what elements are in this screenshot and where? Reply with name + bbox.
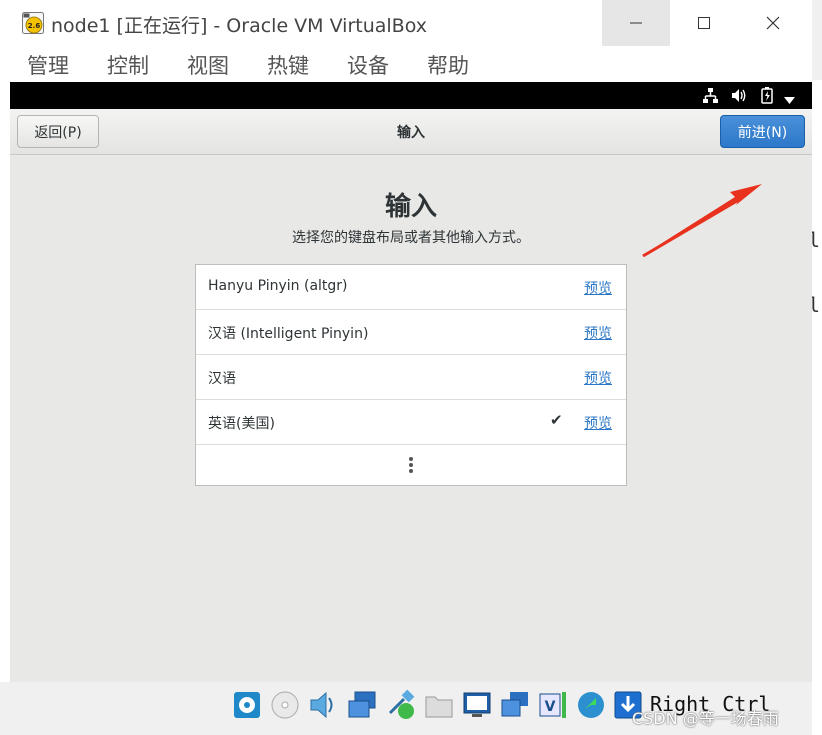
- title-bar[interactable]: 2.6 node1 [正在运行] - Oracle VM VirtualBox: [0, 0, 812, 46]
- audio-icon[interactable]: [308, 689, 338, 721]
- minimize-button[interactable]: [602, 0, 670, 46]
- app-icon-badge: 2.6: [28, 22, 41, 30]
- network-icon[interactable]: [702, 87, 719, 104]
- list-item-label: 汉语 (Intelligent Pinyin): [208, 326, 369, 342]
- chevron-down-icon[interactable]: [784, 92, 795, 109]
- host-background: [812, 80, 822, 735]
- checkmark-icon: ✔: [550, 411, 563, 429]
- hard-disk-icon[interactable]: [232, 689, 262, 721]
- status-bar: V Right Ctrl CSDN @等一场春雨: [0, 682, 812, 735]
- page-subtitle: 选择您的键盘布局或者其他输入方式。: [292, 230, 530, 246]
- close-button[interactable]: [739, 0, 807, 46]
- close-icon: [766, 16, 780, 30]
- list-item-hanyu-pinyin[interactable]: Hanyu Pinyin (altgr) 预览: [196, 265, 626, 310]
- usb-icon[interactable]: [386, 689, 416, 721]
- list-item-chinese[interactable]: 汉语 预览: [196, 355, 626, 400]
- virtualbox-window: 2.6 node1 [正在运行] - Oracle VM VirtualBox …: [0, 0, 812, 735]
- video-capture-icon[interactable]: [500, 689, 530, 721]
- vm-display[interactable]: 返回(P) 输入 前进(N) 输入 选择您的键盘布局或者其他输入方式。 Hany…: [10, 82, 812, 682]
- volume-icon[interactable]: [730, 87, 747, 104]
- guest-top-bar: [10, 82, 812, 109]
- header-title: 输入: [397, 125, 425, 141]
- menu-item-hotkeys[interactable]: 热键: [267, 50, 309, 80]
- list-item-label: 英语(美国): [208, 416, 275, 432]
- list-item-label: Hanyu Pinyin (altgr): [208, 278, 348, 294]
- preview-link[interactable]: 预览: [584, 323, 612, 343]
- menu-item-control[interactable]: 控制: [107, 50, 149, 80]
- menu-item-manage[interactable]: 管理: [27, 50, 69, 80]
- display-icon[interactable]: [462, 689, 492, 721]
- installer-header-bar: 返回(P) 输入 前进(N): [10, 109, 812, 155]
- menu-item-view[interactable]: 视图: [187, 50, 229, 80]
- menu-item-help[interactable]: 帮助: [427, 50, 469, 80]
- menu-bar: 管理 控制 视图 热键 设备 帮助: [0, 46, 812, 82]
- list-item-intelligent-pinyin[interactable]: 汉语 (Intelligent Pinyin) 预览: [196, 310, 626, 355]
- input-source-list: Hanyu Pinyin (altgr) 预览 汉语 (Intelligent …: [195, 264, 627, 486]
- next-button[interactable]: 前进(N): [720, 115, 805, 148]
- preview-link[interactable]: 预览: [584, 413, 612, 433]
- minimize-icon: [630, 22, 642, 24]
- shared-folder-icon[interactable]: [424, 689, 454, 721]
- preview-link[interactable]: 预览: [584, 278, 612, 298]
- battery-icon[interactable]: [760, 87, 774, 104]
- svg-text:V: V: [545, 699, 556, 715]
- page-title: 输入: [384, 192, 437, 222]
- window-title: node1 [正在运行] - Oracle VM VirtualBox: [51, 15, 428, 37]
- network-adapter-icon[interactable]: [347, 689, 377, 721]
- maximize-button[interactable]: [670, 0, 738, 46]
- virtualbox-app-icon: 2.6: [22, 12, 44, 34]
- maximize-icon: [698, 17, 710, 29]
- preview-link[interactable]: 预览: [584, 368, 612, 388]
- optical-disk-icon[interactable]: [270, 689, 300, 721]
- menu-item-devices[interactable]: 设备: [347, 50, 389, 80]
- mouse-integration-icon[interactable]: [576, 689, 606, 721]
- watermark: CSDN @等一场春雨: [632, 709, 779, 728]
- list-item-label: 汉语: [208, 371, 236, 387]
- more-options-button[interactable]: [196, 445, 626, 485]
- list-item-english-us[interactable]: 英语(美国) ✔ 预览: [196, 400, 626, 445]
- more-vertical-icon: [409, 457, 413, 473]
- cpu-indicator-icon[interactable]: V: [538, 689, 568, 721]
